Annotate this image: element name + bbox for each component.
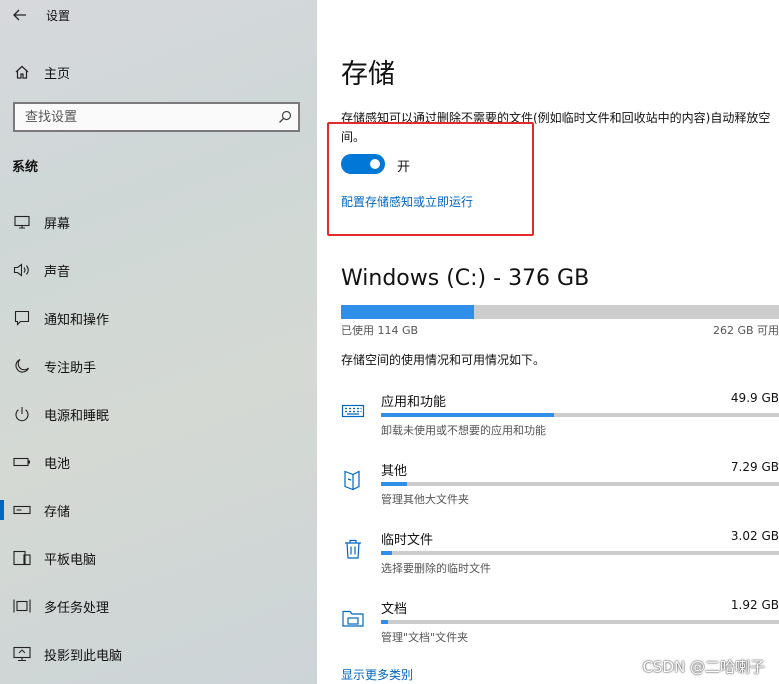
category-usage-bar [381,413,779,417]
sidebar-item-project-to-pc[interactable]: 投影到此电脑 [0,630,317,678]
category-temp-files[interactable]: 临时文件 3.02 GB 选择要删除的临时文件 [317,529,779,589]
configure-storage-sense-link[interactable]: 配置存储感知或立即运行 [341,193,473,210]
drive-usage-fill [341,305,475,319]
moon-icon [0,358,44,374]
category-subtitle: 选择要删除的临时文件 [381,562,491,575]
sidebar-item-home[interactable]: 主页 [0,56,317,88]
keyboard-icon [341,399,365,423]
category-size: 1.92 GB [730,598,779,612]
speaker-icon [0,263,44,277]
page-title: 存储 [341,59,395,90]
drive-usage-bar [341,305,779,319]
category-name: 临时文件 [381,533,434,548]
sidebar-item-battery[interactable]: 电池 [0,438,317,486]
category-size: 3.02 GB [730,529,779,543]
sidebar-item-storage[interactable]: 存储 [0,486,317,534]
category-other[interactable]: 其他 7.29 GB 管理其他大文件夹 [317,460,779,520]
tablet-icon [0,550,44,566]
watermark: CSDN @二哈喇子 [642,658,765,676]
category-size: 49.9 GB [730,391,779,405]
home-icon [0,64,44,80]
title-bar: 设置 [0,0,317,30]
toggle-knob [370,159,380,169]
sidebar-item-power-sleep[interactable]: 电源和睡眠 [0,390,317,438]
category-size: 7.29 GB [730,460,779,474]
sidebar-item-multitasking[interactable]: 多任务处理 [0,582,317,630]
project-icon [0,646,44,662]
power-icon [0,406,44,422]
sidebar: 设置 主页 系统 屏幕 声音 通知和操作 [0,0,317,684]
search-input[interactable] [15,104,272,130]
home-label: 主页 [44,66,71,82]
monitor-icon [0,215,44,229]
category-documents[interactable]: 文档 1.92 GB 管理"文档"文件夹 [317,598,779,658]
category-usage-bar [381,551,779,555]
category-subtitle: 管理"文档"文件夹 [381,631,469,644]
sidebar-item-label: 投影到此电脑 [44,648,123,664]
search-icon [272,110,298,124]
category-usage-fill [381,482,407,486]
sidebar-nav: 屏幕 声音 通知和操作 专注助手 电源和睡眠 电池 存储 平板电脑 多任务处理 … [0,198,317,678]
category-name: 文档 [381,602,408,617]
storage-sense-toggle[interactable] [341,154,385,174]
category-name: 其他 [381,464,408,479]
storage-icon [0,505,44,515]
sidebar-item-focus-assist[interactable]: 专注助手 [0,342,317,390]
main-content: 存储 存储感知可以通过删除不需要的文件(例如临时文件和回收站中的内容)自动释放空… [317,0,779,684]
usage-description: 存储空间的使用情况和可用情况如下。 [341,353,546,367]
sidebar-item-notifications[interactable]: 通知和操作 [0,294,317,342]
category-usage-fill [381,551,392,555]
sidebar-item-label: 电源和睡眠 [44,408,110,424]
free-space-label: 262 GB 可用 [713,324,779,337]
folder-icon [341,606,365,630]
sidebar-item-label: 通知和操作 [44,312,110,328]
sidebar-item-label: 电池 [44,456,71,472]
sidebar-item-tablet[interactable]: 平板电脑 [0,534,317,582]
app-title: 设置 [46,8,71,23]
trash-icon [341,537,365,561]
category-subtitle: 卸载未使用或不想要的应用和功能 [381,424,546,437]
search-box[interactable] [13,102,300,132]
sidebar-item-sound[interactable]: 声音 [0,246,317,294]
section-title: 系统 [12,160,39,175]
category-usage-bar [381,482,779,486]
back-button[interactable] [0,0,40,30]
used-space-label: 已使用 114 GB [341,324,419,337]
sidebar-item-label: 专注助手 [44,360,97,376]
sidebar-item-label: 屏幕 [44,216,71,232]
sidebar-item-display[interactable]: 屏幕 [0,198,317,246]
category-apps-features[interactable]: 应用和功能 49.9 GB 卸载未使用或不想要的应用和功能 [317,391,779,451]
sidebar-item-label: 存储 [44,504,71,520]
category-subtitle: 管理其他大文件夹 [381,493,469,506]
category-name: 应用和功能 [381,395,447,410]
drive-title: Windows (C:) - 376 GB [341,266,590,291]
back-arrow-icon [13,9,26,21]
multitask-icon [0,598,44,614]
category-usage-fill [381,620,388,624]
other-files-icon [341,468,365,492]
sidebar-item-label: 多任务处理 [44,600,110,616]
notification-icon [0,310,44,326]
highlight-annotation-box [327,122,534,236]
battery-icon [0,457,44,467]
sidebar-item-label: 声音 [44,264,71,280]
toggle-state-label: 开 [397,160,411,175]
category-usage-bar [381,620,779,624]
sidebar-item-label: 平板电脑 [44,552,97,568]
category-usage-fill [381,413,555,417]
show-more-categories-link[interactable]: 显示更多类别 [341,666,413,683]
